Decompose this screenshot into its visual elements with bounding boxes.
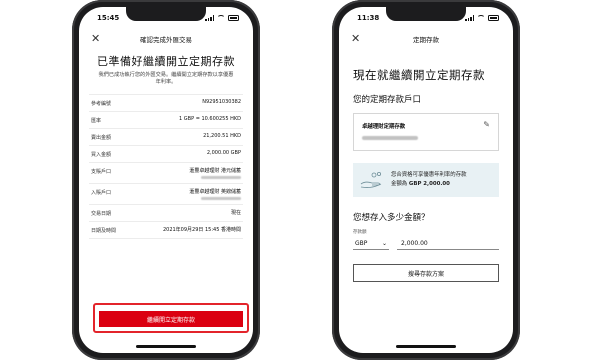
section-title: 您的定期存款戶口 (353, 95, 422, 105)
battery-icon (488, 15, 499, 21)
amount-label: 存款額 (353, 230, 367, 235)
currency-select[interactable]: GBP ⌄ (353, 238, 389, 250)
phone-left: 15:45 ✕ 確認完成外匯交易 已準備好繼續開立定期存款 我們已成功執行您的外… (72, 0, 260, 360)
detail-row-sell-amount: 賣出金額 21,200.51 HKD (89, 129, 243, 146)
detail-row-rate: 匯率 1 GBP = 10.600255 HKD (89, 112, 243, 129)
detail-row-debit-account: 支賬戶口 滙豐卓越理財 港元儲蓄 (89, 163, 243, 184)
home-indicator (136, 345, 196, 348)
promo-line: 您合資格可享優惠年利率的存款 (391, 172, 467, 178)
promo-prefix: 金額為 (391, 181, 408, 187)
nav-title: 定期存款 (413, 36, 439, 44)
chevron-down-icon: ⌄ (381, 240, 387, 247)
nav-title: 確認完成外匯交易 (140, 36, 192, 44)
screen-right: 11:38 ✕ 定期存款 現在就繼續開立定期存款 您的定期存款戶口 卓越理財定期… (339, 7, 513, 353)
hand-coins-icon (360, 172, 382, 188)
nav-bar: ✕ 確認完成外匯交易 (79, 29, 253, 49)
page-headline: 現在就繼續開立定期存款 (353, 68, 485, 82)
detail-row-datetime: 日期及時間 2021年09月29日 15:45 香港時間 (89, 222, 243, 239)
promo-banner: 您合資格可享優惠年利率的存款 金額為 GBP 2,000.00 (353, 163, 499, 197)
notch (386, 7, 466, 21)
confirmation-headline: 已準備好繼續開立定期存款 (97, 55, 235, 68)
detail-row-buy-amount: 買入金額 2,000.00 GBP (89, 146, 243, 163)
screen-left: 15:45 ✕ 確認完成外匯交易 已準備好繼續開立定期存款 我們已成功執行您的外… (79, 7, 253, 353)
phone-right: 11:38 ✕ 定期存款 現在就繼續開立定期存款 您的定期存款戶口 卓越理財定期… (332, 0, 520, 360)
detail-row-credit-account: 入賬戶口 滙豐卓越理財 英鎊儲蓄 (89, 184, 243, 205)
signal-icon (205, 15, 214, 21)
edit-icon[interactable]: ✎ (483, 120, 490, 129)
confirmation-subline: 我們已成功執行您的外匯交易。繼續開立定期存款以享優惠年利率。 (98, 72, 234, 85)
amount-question: 您想存入多少金額？ (353, 213, 430, 223)
masked-account-number (201, 176, 241, 179)
detail-row-trade-date: 交易日期 現在 (89, 205, 243, 222)
nav-bar: ✕ 定期存款 (339, 29, 513, 49)
signal-icon (465, 15, 474, 21)
status-time: 15:45 (97, 14, 120, 22)
promo-amount: GBP 2,000.00 (408, 181, 450, 187)
detail-row-reference: 參考編號 N92951030382 (89, 95, 243, 112)
masked-account-number (362, 136, 418, 140)
masked-account-number (201, 197, 241, 200)
transaction-details: 參考編號 N92951030382 匯率 1 GBP = 10.600255 H… (89, 94, 243, 239)
wifi-icon (217, 15, 225, 21)
battery-icon (228, 15, 239, 21)
notch (126, 7, 206, 21)
close-icon[interactable]: ✕ (91, 32, 100, 46)
wifi-icon (477, 15, 485, 21)
amount-input-row: GBP ⌄ 2,000.00 (353, 238, 499, 250)
home-indicator (396, 345, 456, 348)
continue-time-deposit-button[interactable]: 繼續開立定期存款 (99, 311, 243, 327)
close-icon[interactable]: ✕ (351, 32, 360, 46)
search-deposit-plans-button[interactable]: 搜尋存款方案 (353, 264, 499, 282)
account-name: 卓越理財定期存款 (362, 124, 406, 130)
deposit-account-card[interactable]: 卓越理財定期存款 ✎ (353, 113, 499, 151)
status-time: 11:38 (357, 14, 380, 22)
amount-input[interactable]: 2,000.00 (397, 238, 499, 250)
